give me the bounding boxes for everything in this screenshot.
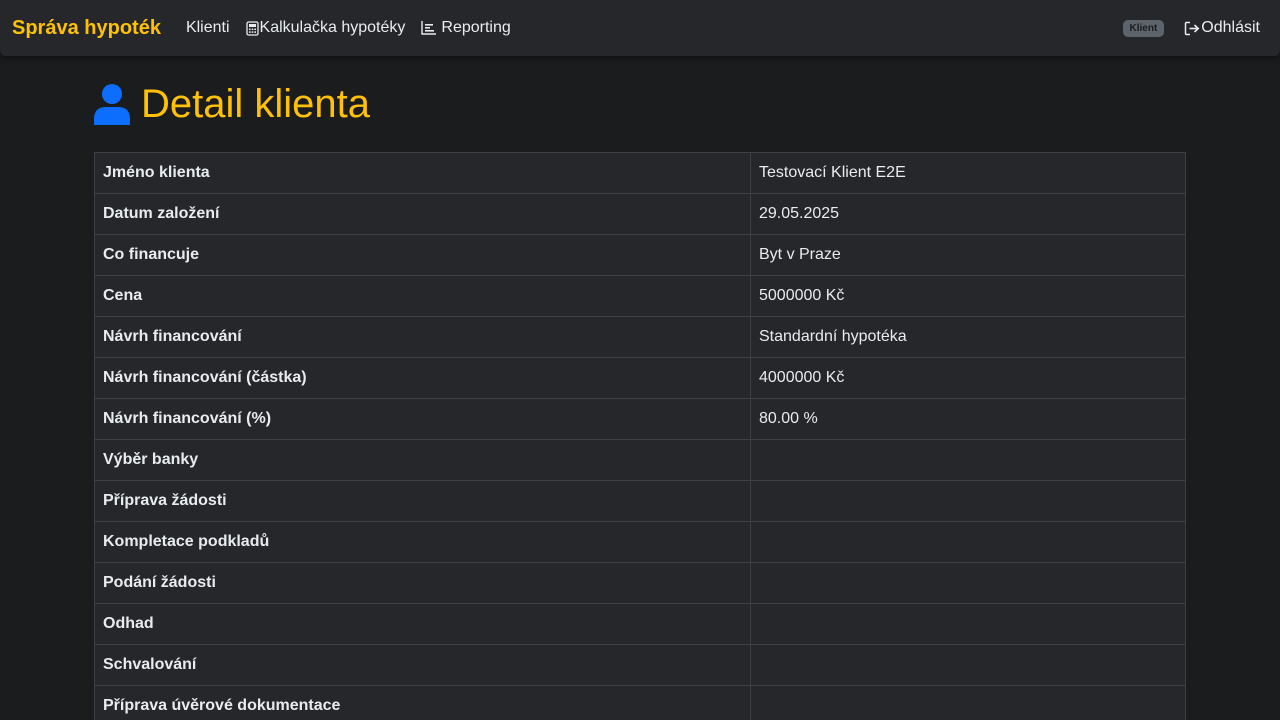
field-value: Standardní hypotéka [750, 316, 1186, 358]
field-value: 80.00 % [750, 398, 1186, 440]
field-value: 4000000 Kč [750, 357, 1186, 399]
field-label: Příprava žádosti [94, 480, 751, 522]
field-label: Odhad [94, 603, 751, 645]
navbar: Správa hypoték Klienti Kalkulačka hypoté… [0, 0, 1280, 56]
field-value [750, 603, 1186, 645]
nav-link-kalkulacka[interactable]: Kalkulačka hypotéky [245, 19, 406, 37]
field-label: Návrh financování (částka) [94, 357, 751, 399]
nav-link-label: Kalkulačka hypotéky [259, 19, 406, 36]
table-row: Návrh financování (částka) 4000000 Kč [94, 357, 1186, 399]
table-row: Příprava úvěrové dokumentace [94, 685, 1186, 720]
table-row: Návrh financování (%) 80.00 % [94, 398, 1186, 440]
logout-label: Odhlásit [1201, 19, 1260, 36]
field-label: Kompletace podkladů [94, 521, 751, 563]
table-row: Příprava žádosti [94, 480, 1186, 522]
field-value [750, 562, 1186, 604]
field-value: Testovací Klient E2E [750, 152, 1186, 194]
field-label: Schvalování [94, 644, 751, 686]
table-row: Odhad [94, 603, 1186, 645]
field-value [750, 644, 1186, 686]
field-value [750, 480, 1186, 522]
table-row: Schvalování [94, 644, 1186, 686]
logout-icon [1184, 21, 1200, 36]
page-title: Detail klienta [141, 82, 371, 126]
field-label: Návrh financování [94, 316, 751, 358]
bar-chart-icon [421, 21, 437, 35]
table-row: Cena 5000000 Kč [94, 275, 1186, 317]
brand-link[interactable]: Správa hypoték [12, 17, 161, 40]
field-value: 5000000 Kč [750, 275, 1186, 317]
table-row: Jméno klienta Testovací Klient E2E [94, 152, 1186, 194]
nav-link-klienti[interactable]: Klienti [186, 19, 230, 37]
role-badge: Klient [1122, 19, 1165, 37]
nav-link-reporting[interactable]: Reporting [421, 19, 511, 37]
logout-button[interactable]: Odhlásit [1184, 19, 1260, 37]
field-label: Datum založení [94, 193, 751, 235]
nav-link-label: Klienti [185, 19, 230, 36]
calculator-icon [245, 20, 259, 36]
field-label: Výběr banky [94, 439, 751, 481]
field-value: 29.05.2025 [750, 193, 1186, 235]
table-row: Kompletace podkladů [94, 521, 1186, 563]
field-value: Byt v Praze [750, 234, 1186, 276]
client-detail-table: Jméno klienta Testovací Klient E2E Datum z… [94, 152, 1186, 720]
field-label: Co financuje [94, 234, 751, 276]
user-icon [94, 83, 130, 125]
table-row: Výběr banky [94, 439, 1186, 481]
field-label: Návrh financování (%) [94, 398, 751, 440]
field-value [750, 439, 1186, 481]
table-row: Datum založení 29.05.2025 [94, 193, 1186, 235]
field-label: Podání žádosti [94, 562, 751, 604]
table-row: Co financuje Byt v Praze [94, 234, 1186, 276]
field-label: Jméno klienta [94, 152, 751, 194]
nav-right: Klient Odhlásit [1122, 19, 1268, 37]
field-value [750, 685, 1186, 720]
field-label: Příprava úvěrové dokumentace [94, 685, 751, 720]
page-heading: Detail klienta [94, 80, 370, 128]
field-label: Cena [94, 275, 751, 317]
field-value [750, 521, 1186, 563]
table-row: Podání žádosti [94, 562, 1186, 604]
nav-links: Klienti Kalkulačka hypotéky Reporting [186, 19, 527, 37]
nav-link-label: Reporting [441, 19, 511, 36]
table-row: Návrh financování Standardní hypotéka [94, 316, 1186, 358]
